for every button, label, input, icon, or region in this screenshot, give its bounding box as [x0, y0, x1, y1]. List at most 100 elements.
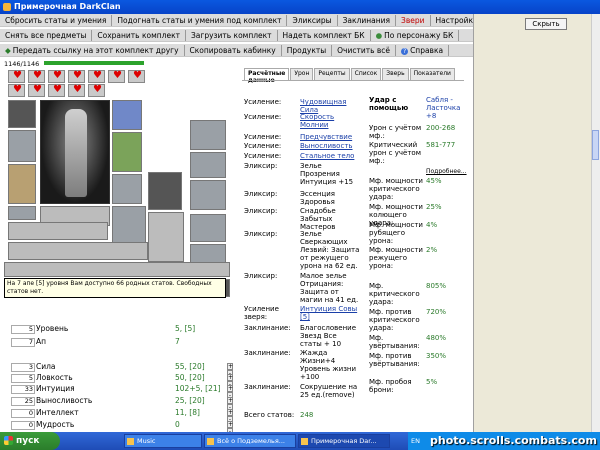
menu-by-bk-char[interactable]: По персонажу БК: [371, 29, 460, 41]
effect-name[interactable]: Интуиция Совы [5]: [300, 305, 360, 321]
effect-name[interactable]: Стальное тело: [300, 152, 360, 160]
pet-slot[interactable]: [190, 120, 226, 150]
menu-settings[interactable]: Настройки: [431, 15, 474, 26]
buff-slot[interactable]: [88, 70, 105, 83]
menu-remove-items[interactable]: Снять все предметы: [0, 29, 93, 41]
tab-indicators[interactable]: Показатели: [409, 68, 455, 80]
buff-slot[interactable]: [48, 84, 65, 97]
menu-copy-booth[interactable]: Скопировать кабинку: [185, 44, 282, 56]
task-music[interactable]: Music: [124, 434, 202, 448]
stat-label: Мудрость: [36, 420, 75, 429]
menu-elixirs[interactable]: Эликсиры: [287, 14, 338, 26]
stat-label: Сила: [36, 362, 56, 371]
effect-name[interactable]: Скорость Молнии: [300, 113, 360, 129]
side-panel: [473, 14, 600, 432]
details-link[interactable]: Подробнее...: [426, 168, 482, 176]
effect-name[interactable]: Предчувствие: [300, 133, 360, 141]
tab-list[interactable]: Список: [350, 68, 382, 80]
menu-load-set[interactable]: Загрузить комплект: [186, 29, 278, 41]
stat-input[interactable]: 0: [11, 421, 35, 430]
pocket-slots[interactable]: [8, 222, 108, 240]
buff-slot[interactable]: [68, 84, 85, 97]
stat-input[interactable]: 5: [11, 325, 35, 334]
task-dungeons[interactable]: Всё о Подземелья...: [204, 434, 296, 448]
scrollbar-thumb[interactable]: [592, 130, 599, 160]
armor-slot[interactable]: [8, 164, 36, 204]
tab-calc[interactable]: Расчётные данные: [244, 68, 290, 84]
hide-button[interactable]: Скрыть: [525, 18, 567, 30]
shirt-slot[interactable]: [148, 172, 182, 210]
pet-slot[interactable]: [190, 152, 226, 178]
effect-type: Заклинание:: [244, 383, 291, 391]
inventory-row[interactable]: [4, 262, 230, 277]
effect-type: Усиление:: [244, 98, 282, 106]
ring-slot[interactable]: [112, 100, 142, 130]
task-wardrobe[interactable]: Примерочная Dar...: [298, 434, 390, 448]
belt-slot[interactable]: [8, 206, 36, 220]
buff-slot[interactable]: [8, 70, 25, 83]
buff-slot[interactable]: [128, 70, 145, 83]
tab-pet[interactable]: Зверь: [382, 68, 409, 80]
watermark: photo.scrolls.combats.com: [430, 434, 597, 447]
menu-products[interactable]: Продукты: [282, 44, 333, 56]
tab-recipes[interactable]: Рецепты: [314, 68, 350, 80]
stat-value: 55, [20]: [175, 362, 205, 371]
tab-damage[interactable]: Урон: [290, 68, 314, 80]
effect-type: Заклинание:: [244, 324, 291, 332]
stat-input[interactable]: 25: [11, 397, 35, 406]
app-icon: [3, 3, 11, 11]
calc-label: Мф. мощности режущего урона:: [369, 246, 423, 270]
stat-input[interactable]: 0: [11, 409, 35, 418]
buff-slot[interactable]: [8, 84, 25, 97]
menu-help[interactable]: Справка: [396, 44, 450, 56]
pet-slot[interactable]: [190, 180, 226, 210]
menu-reset-stats[interactable]: Сбросить статы и умения: [0, 14, 113, 26]
calc-value: 2%: [426, 246, 438, 254]
stat-label: Выносливость: [36, 396, 93, 405]
stat-plus-button[interactable]: +: [227, 409, 233, 416]
stat-plus-button[interactable]: +: [227, 397, 233, 404]
menu-clear-all[interactable]: Очистить всё: [332, 44, 397, 56]
buff-slot[interactable]: [28, 70, 45, 83]
effect-name[interactable]: Выносливость: [300, 142, 360, 150]
stat-input[interactable]: 3: [11, 363, 35, 372]
menu-wear-bk-set[interactable]: Надеть комплект БК: [278, 29, 371, 41]
menu-row-1: Сбросить статы и умения Подогнать статы …: [0, 14, 473, 27]
buff-slot[interactable]: [88, 84, 105, 97]
stat-input[interactable]: 7: [11, 338, 35, 347]
scrollbar[interactable]: [591, 14, 600, 432]
pocket-slots[interactable]: [8, 242, 148, 260]
start-button[interactable]: пуск: [0, 432, 60, 450]
menu-fit-stats[interactable]: Подогнать статы и умения под комплект: [112, 14, 288, 26]
buff-slot[interactable]: [68, 70, 85, 83]
buff-slot[interactable]: [48, 70, 65, 83]
stat-label: Интуиция: [36, 384, 75, 393]
hp-bar: [44, 61, 144, 65]
stat-plus-button[interactable]: +: [227, 363, 233, 370]
menu-save-set[interactable]: Сохранить комплект: [92, 29, 186, 41]
calc-label: Урон с учётом мф.:: [369, 124, 422, 140]
menu-share-link[interactable]: Передать ссылку на этот комплект другу: [0, 44, 185, 56]
pet-slot[interactable]: [190, 214, 226, 242]
gloves-slot[interactable]: [112, 174, 142, 204]
weapon-slot[interactable]: [8, 130, 36, 162]
effect-name[interactable]: Чудовищная Сила: [300, 98, 360, 114]
stat-plus-button[interactable]: +: [227, 385, 233, 392]
stat-plus-button[interactable]: +: [227, 421, 233, 428]
stat-input[interactable]: 33: [11, 385, 35, 394]
calc-value: 720%: [426, 308, 447, 316]
lang-indicator[interactable]: EN: [411, 437, 420, 445]
helmet-slot[interactable]: [8, 100, 36, 128]
calc-label: Мф. мощности рубящего урона:: [369, 221, 423, 245]
buff-slot[interactable]: [108, 70, 125, 83]
amulet-slot[interactable]: [112, 132, 142, 172]
menu-pets[interactable]: Звери: [396, 14, 431, 26]
menu-spells[interactable]: Заклинания: [338, 14, 397, 26]
effect-type: Эликсир:: [244, 207, 278, 215]
stat-input[interactable]: 5: [11, 374, 35, 383]
shield-slot[interactable]: [148, 212, 184, 262]
stat-plus-button[interactable]: +: [227, 374, 233, 381]
stat-value: 102+5, [21]: [175, 384, 221, 393]
stat-row: 5Ловкость50, [20]+-: [8, 373, 240, 388]
buff-slot[interactable]: [28, 84, 45, 97]
